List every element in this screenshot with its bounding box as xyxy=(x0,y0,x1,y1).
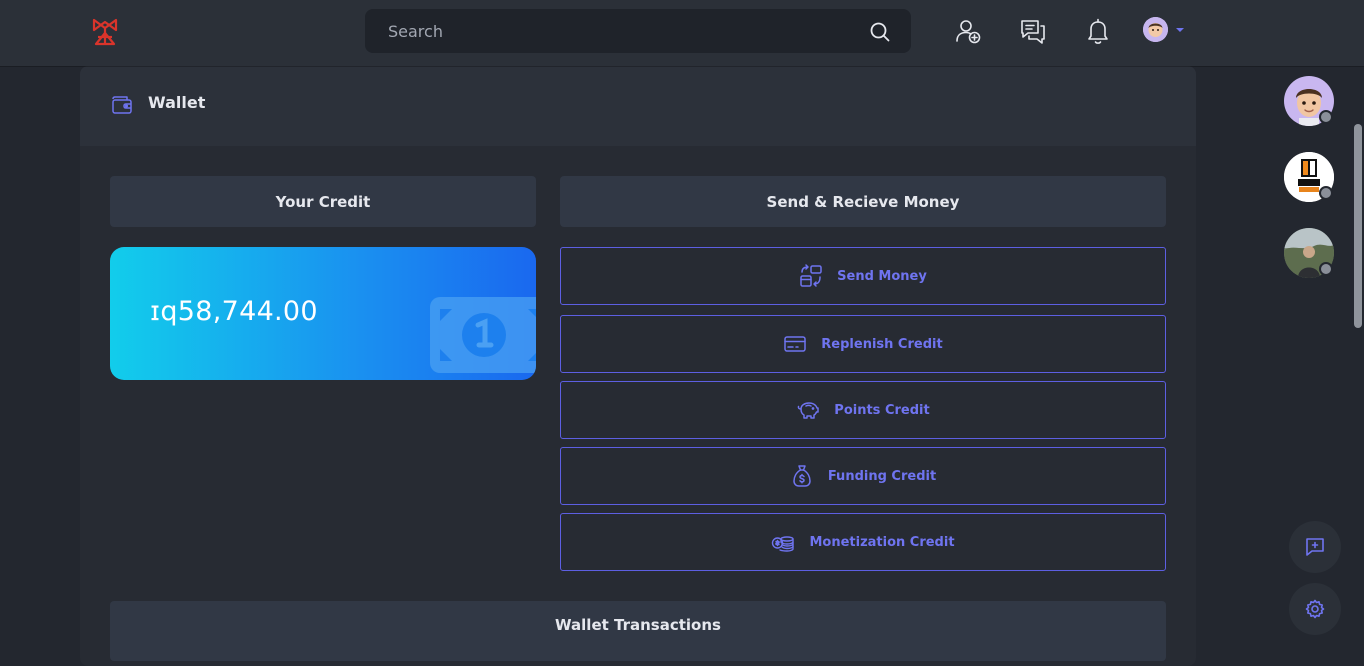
contact-avatar[interactable] xyxy=(1284,76,1334,126)
search-icon[interactable] xyxy=(869,21,891,43)
settings-gear-icon xyxy=(1305,599,1325,619)
search-input[interactable] xyxy=(365,9,855,53)
scrollbar-thumb[interactable] xyxy=(1354,124,1362,328)
money-bag-icon xyxy=(793,465,811,487)
replenish-credit-button[interactable]: Replenish Credit xyxy=(560,315,1166,373)
send-money-button[interactable]: Send Money xyxy=(560,247,1166,305)
status-indicator xyxy=(1319,110,1333,124)
send-receive-heading: Send & Recieve Money xyxy=(560,176,1166,227)
credit-balance-card: ɪq58,744.00 xyxy=(110,247,536,380)
send-money-label: Send Money xyxy=(837,268,927,284)
points-credit-label: Points Credit xyxy=(834,402,930,418)
new-chat-icon xyxy=(1306,538,1324,556)
wallet-transactions-heading: Wallet Transactions xyxy=(110,601,1166,661)
credit-balance-amount: ɪq58,744.00 xyxy=(150,296,318,327)
scrollbar[interactable] xyxy=(1352,66,1364,643)
banknote-icon xyxy=(430,297,536,373)
status-indicator xyxy=(1319,186,1333,200)
chevron-down-icon[interactable] xyxy=(1175,26,1185,34)
transfer-icon xyxy=(800,264,822,287)
contact-avatar[interactable] xyxy=(1284,228,1334,278)
messages-icon[interactable] xyxy=(1019,17,1047,45)
new-chat-button[interactable] xyxy=(1289,521,1341,573)
page-title: Wallet xyxy=(148,93,206,112)
your-credit-heading: Your Credit xyxy=(110,176,536,227)
wallet-icon xyxy=(112,96,132,114)
notifications-icon[interactable] xyxy=(1084,17,1112,45)
monetization-credit-label: Monetization Credit xyxy=(809,534,955,550)
coins-icon xyxy=(772,536,795,552)
funding-credit-button[interactable]: Funding Credit xyxy=(560,447,1166,505)
points-credit-button[interactable]: Points Credit xyxy=(560,381,1166,439)
add-friend-icon[interactable] xyxy=(954,17,982,45)
search-bar xyxy=(365,9,911,53)
top-navigation-bar xyxy=(0,0,1364,66)
monetization-credit-button[interactable]: Monetization Credit xyxy=(560,513,1166,571)
credit-card-icon xyxy=(784,336,807,352)
funding-credit-label: Funding Credit xyxy=(827,468,937,484)
wallet-header: Wallet xyxy=(80,66,1196,146)
profile-avatar[interactable] xyxy=(1143,17,1168,42)
piggy-bank-icon xyxy=(797,402,820,419)
wallet-panel: Wallet Your Credit ɪq58,744.00 Send & Re… xyxy=(80,66,1196,666)
status-indicator xyxy=(1319,262,1333,276)
contact-avatar[interactable] xyxy=(1284,152,1334,202)
replenish-credit-label: Replenish Credit xyxy=(821,336,943,352)
settings-button[interactable] xyxy=(1289,583,1341,635)
brand-logo[interactable] xyxy=(90,17,120,47)
